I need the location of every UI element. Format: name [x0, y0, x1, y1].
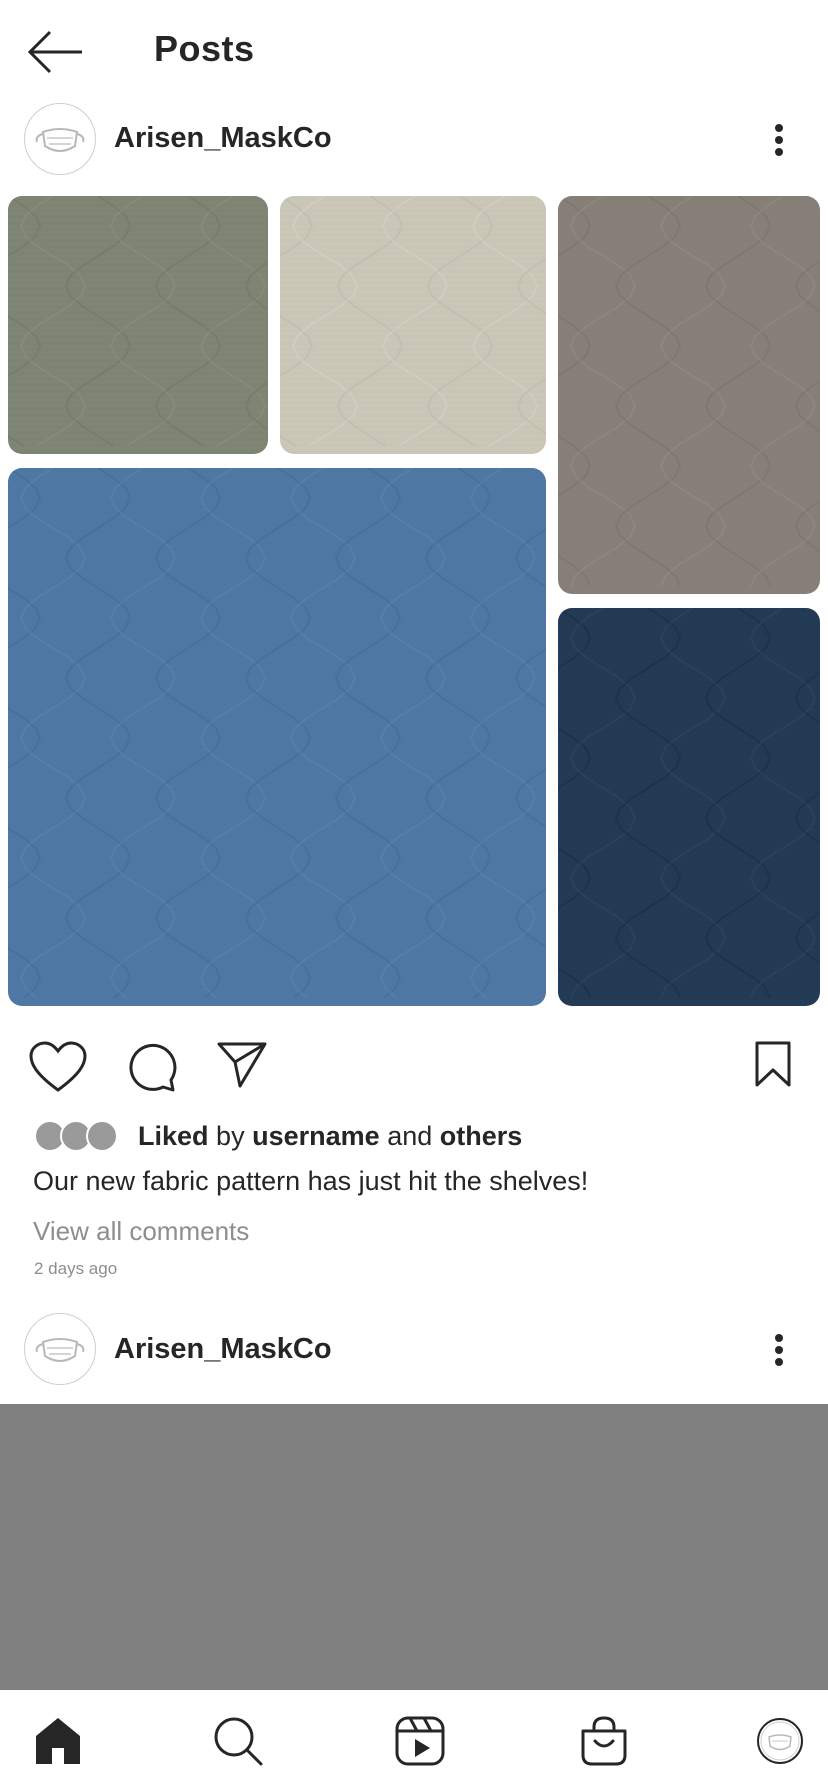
post-timestamp: 2 days ago: [34, 1259, 118, 1278]
tab-reels[interactable]: [370, 1690, 470, 1792]
bottom-tab-bar: [0, 1690, 828, 1792]
fabric-swatch-navy[interactable]: [558, 608, 820, 1006]
post-avatar[interactable]: [24, 1313, 96, 1385]
likes-and: and: [387, 1120, 433, 1151]
bookmark-icon: [755, 1041, 791, 1087]
post-image-placeholder[interactable]: [0, 1404, 828, 1690]
tab-shop[interactable]: [554, 1690, 654, 1792]
save-button[interactable]: [754, 1040, 792, 1088]
top-bar: Posts: [0, 0, 828, 100]
heart-icon: [29, 1041, 87, 1092]
likes-liked: Liked: [138, 1120, 209, 1151]
arrow-left-icon: [27, 30, 82, 74]
mask-logo-icon: [35, 1338, 85, 1362]
back-button[interactable]: [27, 30, 84, 74]
mask-logo-icon: [35, 128, 85, 152]
post-avatar[interactable]: [24, 103, 96, 175]
post-menu-button[interactable]: [769, 120, 789, 160]
search-icon: [214, 1717, 263, 1766]
post-username[interactable]: Arisen_MaskCo: [114, 122, 332, 155]
share-button[interactable]: [216, 1040, 268, 1090]
comment-button[interactable]: [127, 1042, 177, 1092]
post-menu-button[interactable]: [769, 1330, 789, 1370]
fabric-swatch-taupe[interactable]: [558, 196, 820, 594]
likes-username[interactable]: username: [252, 1121, 380, 1152]
post-caption: Our new fabric pattern has just hit the …: [33, 1166, 589, 1196]
send-icon: [217, 1042, 267, 1088]
fabric-swatch-blue[interactable]: [8, 468, 546, 1006]
tab-home[interactable]: [8, 1690, 108, 1792]
shop-icon: [581, 1716, 627, 1766]
liker-avatars: [34, 1120, 120, 1152]
likes-others[interactable]: others: [440, 1121, 523, 1152]
fabric-swatch-beige[interactable]: [280, 196, 546, 454]
tab-profile[interactable]: [730, 1690, 828, 1792]
reels-icon: [395, 1716, 445, 1766]
comment-icon: [129, 1043, 177, 1092]
like-button[interactable]: [28, 1040, 88, 1094]
tab-search[interactable]: [188, 1690, 288, 1792]
home-icon: [36, 1718, 80, 1764]
likes-by: by: [216, 1120, 245, 1151]
fabric-swatch-olive[interactable]: [8, 196, 268, 454]
more-vertical-icon: [775, 1334, 783, 1366]
view-comments-link[interactable]: View all comments: [33, 1216, 249, 1247]
post-username[interactable]: Arisen_MaskCo: [114, 1333, 332, 1366]
likes-summary[interactable]: Liked by username and others: [34, 1118, 522, 1154]
liker-avatar: [86, 1120, 118, 1152]
more-vertical-icon: [775, 124, 783, 156]
page-title: Posts: [154, 28, 255, 69]
profile-avatar-icon: [757, 1718, 803, 1764]
